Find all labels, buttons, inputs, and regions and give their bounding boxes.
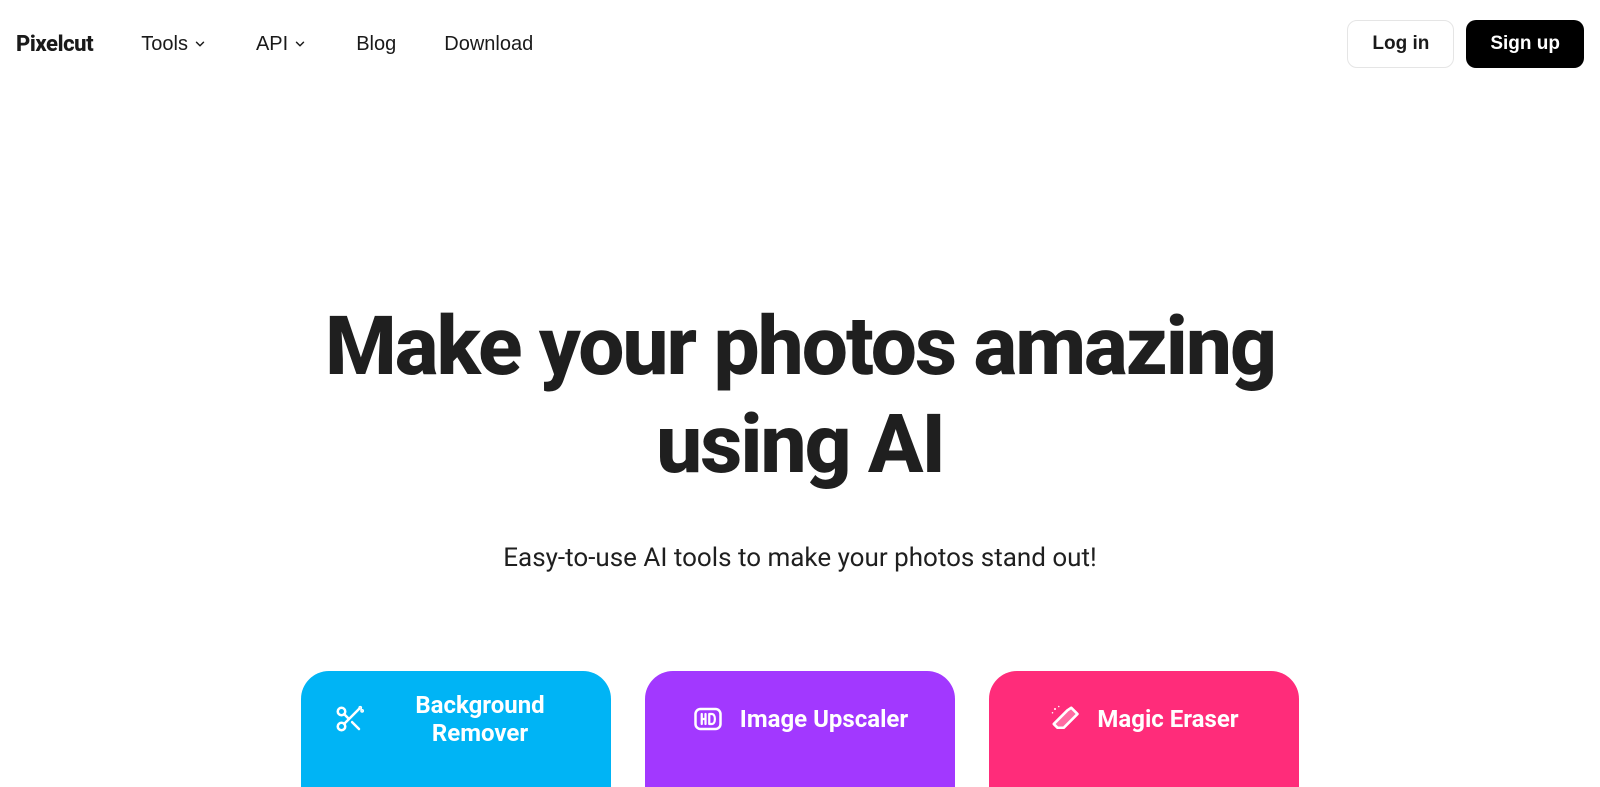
hero-section: Make your photos amazing using AI Easy-t… xyxy=(0,88,1600,787)
nav-api[interactable]: API xyxy=(256,33,308,56)
hero-subtitle: Easy-to-use AI tools to make your photos… xyxy=(0,543,1600,573)
nav-tools[interactable]: Tools xyxy=(141,33,208,56)
nav-download-label: Download xyxy=(444,33,533,56)
chevron-down-icon xyxy=(192,36,208,52)
login-button[interactable]: Log in xyxy=(1347,20,1454,68)
nav-tools-label: Tools xyxy=(141,33,188,56)
hero-title: Make your photos amazing using AI xyxy=(250,298,1350,495)
signup-button[interactable]: Sign up xyxy=(1466,20,1584,68)
scissors-icon xyxy=(333,703,365,735)
nav-blog[interactable]: Blog xyxy=(356,33,396,56)
nav-download[interactable]: Download xyxy=(444,33,533,56)
card-magic-eraser[interactable]: Magic Eraser xyxy=(989,671,1299,787)
nav-api-label: API xyxy=(256,33,288,56)
hd-icon xyxy=(692,703,724,735)
feature-cards: Background Remover Image Upscaler xyxy=(0,671,1600,787)
card-image-upscaler[interactable]: Image Upscaler xyxy=(645,671,955,787)
card-bg-remover-label: Background Remover xyxy=(381,691,579,747)
card-upscaler-label: Image Upscaler xyxy=(740,705,908,733)
eraser-icon xyxy=(1049,703,1081,735)
main-nav: Tools API Blog Download xyxy=(141,33,533,56)
logo[interactable]: Pixelcut xyxy=(16,32,93,57)
chevron-down-icon xyxy=(292,36,308,52)
header: Pixelcut Tools API Blog Download L xyxy=(0,0,1600,88)
header-left: Pixelcut Tools API Blog Download xyxy=(16,32,533,57)
card-background-remover[interactable]: Background Remover xyxy=(301,671,611,787)
nav-blog-label: Blog xyxy=(356,33,396,56)
card-eraser-label: Magic Eraser xyxy=(1097,705,1238,733)
header-right: Log in Sign up xyxy=(1347,20,1584,68)
